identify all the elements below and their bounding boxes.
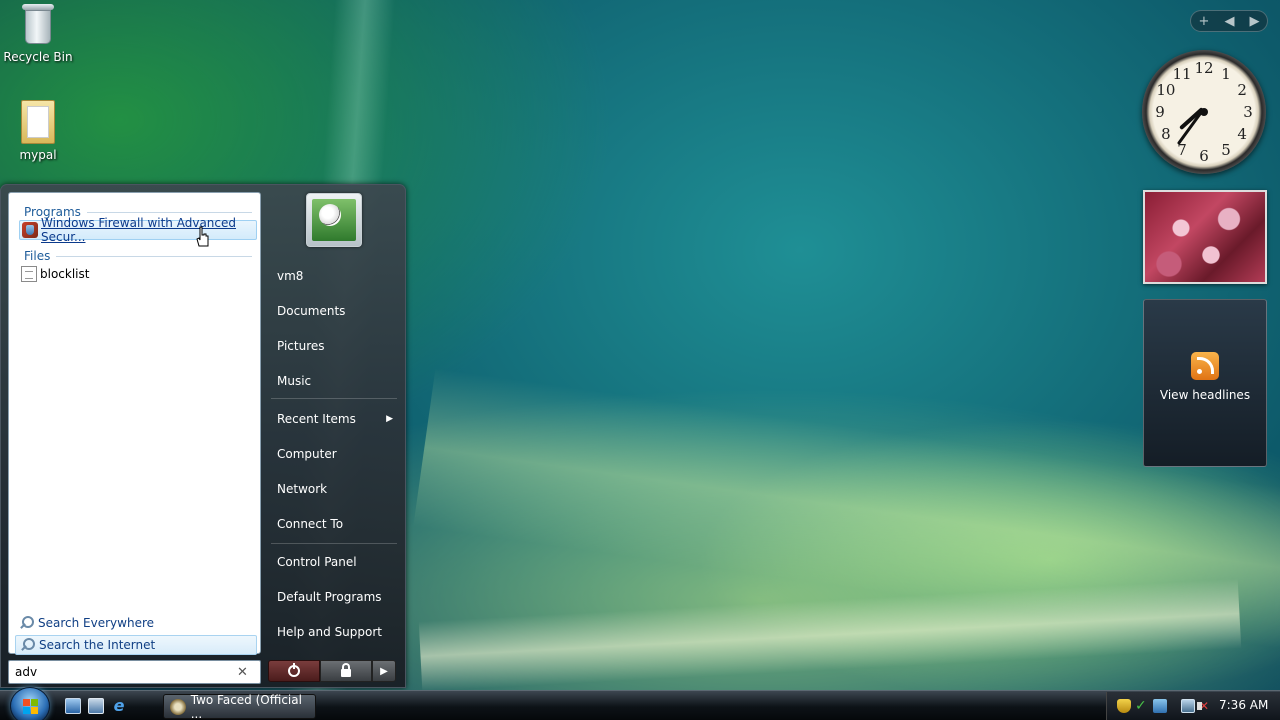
- result-label: blocklist: [40, 267, 90, 281]
- menu-item-user[interactable]: vm8: [269, 261, 399, 291]
- start-menu: Programs Windows Firewall with Advanced …: [0, 184, 406, 688]
- clock-numeral: 10: [1156, 81, 1176, 99]
- taskbar-window-button[interactable]: Two Faced (Official ...: [163, 692, 316, 720]
- show-desktop-icon[interactable]: [65, 698, 81, 714]
- power-button[interactable]: [268, 660, 320, 682]
- menu-item-music[interactable]: Music: [269, 366, 399, 396]
- checkmark-icon[interactable]: ✓: [1135, 699, 1149, 713]
- hand-cursor-icon: [196, 226, 209, 247]
- taskbar: e Two Faced (Official ... ✓ ✕ 7:36 AM: [0, 687, 1280, 720]
- next-gadget-button[interactable]: ▶: [1249, 14, 1259, 29]
- clock-numeral: 3: [1243, 103, 1253, 121]
- clock-numeral: 6: [1199, 147, 1209, 165]
- document-icon: [21, 266, 37, 282]
- search-internet-link[interactable]: Search the Internet: [15, 635, 257, 655]
- search-results-pane: Programs Windows Firewall with Advanced …: [8, 192, 261, 655]
- clock-numeral: 8: [1161, 125, 1171, 143]
- files-header-label: Files: [24, 249, 51, 263]
- taskbar-window-label: Two Faced (Official ...: [190, 692, 302, 720]
- search-everywhere-label: Search Everywhere: [38, 616, 154, 630]
- soccer-ball-icon: [319, 204, 341, 226]
- menu-item-network[interactable]: Network: [269, 474, 399, 504]
- search-icon: [19, 616, 34, 630]
- menu-item-control-panel[interactable]: Control Panel: [269, 547, 399, 577]
- menu-separator: [271, 398, 397, 399]
- view-headlines-link[interactable]: View headlines: [1144, 388, 1266, 402]
- internet-explorer-icon[interactable]: e: [111, 698, 127, 714]
- rss-icon: [1191, 352, 1219, 380]
- sidebar-controls: + ◀ ▶: [1190, 10, 1268, 32]
- media-player-icon: [170, 698, 186, 715]
- update-icon[interactable]: [1153, 699, 1167, 713]
- clock-numeral: 5: [1221, 141, 1231, 160]
- clock-numeral: 12: [1194, 59, 1214, 77]
- clear-search-icon[interactable]: ✕: [237, 665, 248, 680]
- clock-gadget[interactable]: 12 1 2 3 4 5 6 7 8 9 10 11: [1142, 50, 1266, 174]
- lock-button[interactable]: [320, 660, 372, 682]
- user-picture[interactable]: [306, 193, 362, 247]
- recycle-bin-icon: [20, 2, 56, 46]
- power-controls: ▶: [268, 660, 396, 682]
- submenu-arrow-icon: ▶: [386, 414, 393, 424]
- search-everywhere-link[interactable]: Search Everywhere: [15, 613, 257, 633]
- switch-windows-icon[interactable]: [88, 698, 104, 714]
- result-label: Windows Firewall with Advanced Secur...: [41, 216, 236, 244]
- desktop-icon-mypal[interactable]: mypal: [0, 100, 76, 162]
- desktop-icon-label: mypal: [19, 148, 57, 162]
- desktop-icon-recycle-bin[interactable]: Recycle Bin: [0, 2, 76, 64]
- menu-item-default-programs[interactable]: Default Programs: [269, 582, 399, 612]
- search-internet-label: Search the Internet: [39, 638, 156, 652]
- menu-item-documents[interactable]: Documents: [269, 296, 399, 326]
- previous-gadget-button[interactable]: ◀: [1224, 14, 1234, 29]
- start-search-box[interactable]: ✕: [8, 660, 261, 684]
- recent-items-label: Recent Items: [277, 412, 356, 426]
- folder-icon: [21, 100, 55, 144]
- feed-headlines-gadget[interactable]: View headlines: [1143, 299, 1267, 467]
- lock-icon: [341, 663, 351, 677]
- menu-item-recent-items[interactable]: Recent Items ▶: [269, 404, 399, 434]
- files-header: Files: [24, 249, 252, 263]
- menu-item-computer[interactable]: Computer: [269, 439, 399, 469]
- menu-item-help-and-support[interactable]: Help and Support: [269, 617, 399, 647]
- clock-numeral: 2: [1237, 81, 1247, 99]
- start-button[interactable]: [10, 687, 50, 720]
- windows-logo-icon: [23, 699, 39, 715]
- network-icon[interactable]: [1181, 699, 1195, 713]
- clock-numeral: 9: [1155, 103, 1165, 121]
- menu-item-pictures[interactable]: Pictures: [269, 331, 399, 361]
- menu-separator: [271, 543, 397, 544]
- shutdown-options-button[interactable]: ▶: [372, 660, 396, 682]
- add-gadget-button[interactable]: +: [1199, 14, 1210, 29]
- menu-item-connect-to[interactable]: Connect To: [269, 509, 399, 539]
- result-windows-firewall[interactable]: Windows Firewall with Advanced Secur...: [19, 216, 257, 244]
- desktop-icon-label: Recycle Bin: [3, 50, 73, 64]
- power-icon: [288, 663, 300, 677]
- search-icon: [20, 638, 35, 652]
- volume-muted-icon[interactable]: ✕: [1197, 699, 1213, 713]
- system-clock[interactable]: 7:36 AM: [1219, 698, 1268, 712]
- result-blocklist[interactable]: blocklist: [19, 264, 257, 284]
- security-shield-icon[interactable]: [1117, 699, 1131, 713]
- firewall-icon: [22, 222, 38, 238]
- clock-numeral: 7: [1177, 141, 1187, 160]
- start-search-input[interactable]: [9, 662, 229, 682]
- clock-numeral: 11: [1172, 64, 1192, 83]
- slideshow-gadget[interactable]: [1143, 190, 1267, 284]
- wallpaper-streak: [418, 578, 1242, 692]
- notification-area: ✓ ✕ 7:36 AM: [1106, 692, 1280, 720]
